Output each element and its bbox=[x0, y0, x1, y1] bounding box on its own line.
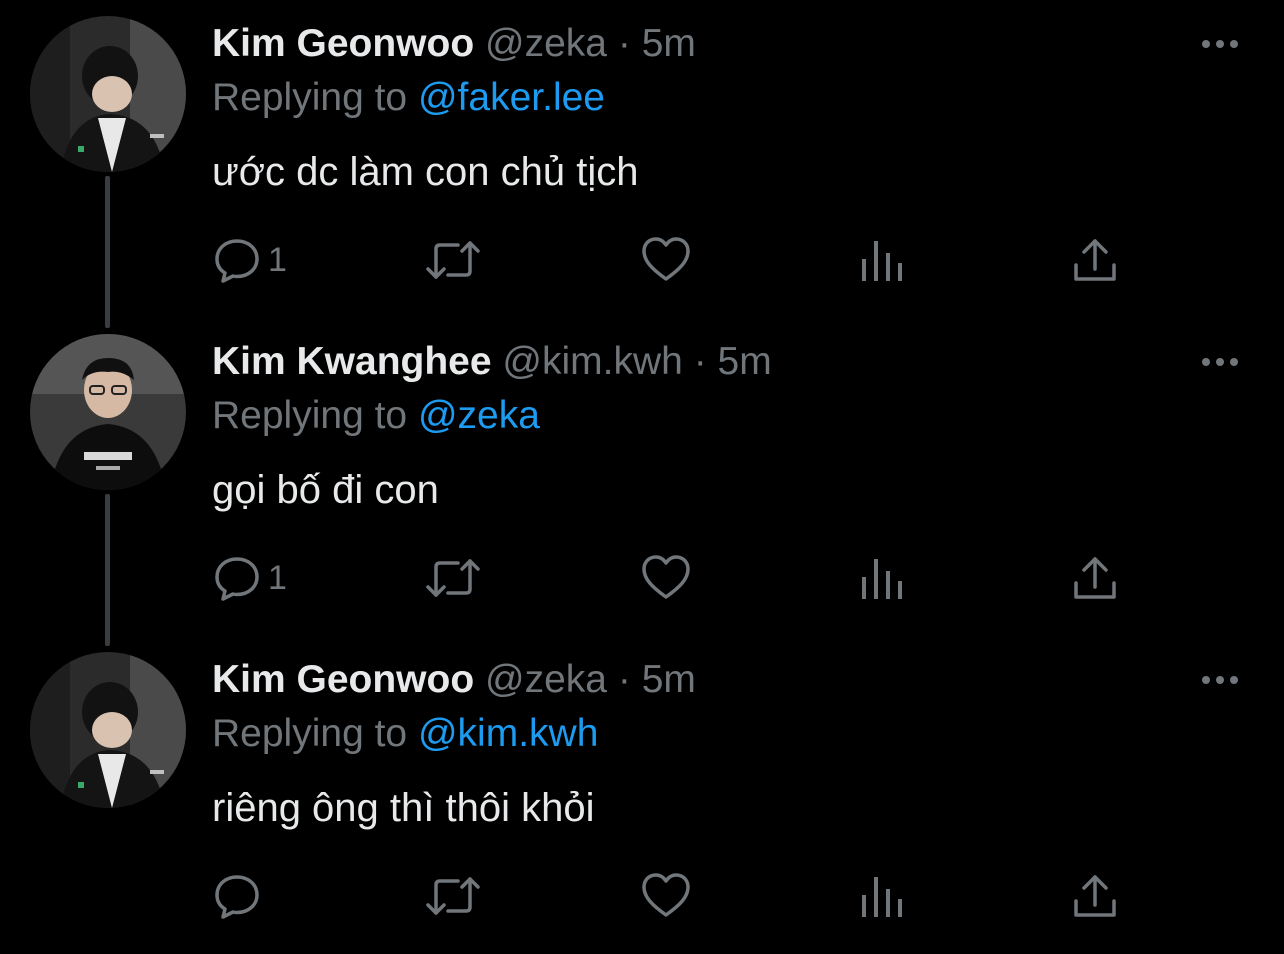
user-handle[interactable]: @zeka bbox=[485, 22, 607, 65]
timestamp[interactable]: 5m bbox=[642, 22, 696, 65]
like-icon bbox=[642, 237, 690, 281]
tweet-header: Kim Geonwoo @zeka · 5m bbox=[212, 20, 696, 68]
tweet-actions: 1 bbox=[0, 230, 1284, 290]
views-button[interactable] bbox=[858, 548, 904, 608]
like-button[interactable] bbox=[640, 230, 692, 290]
tweet-text: riêng ông thì thôi khỏi bbox=[212, 786, 595, 830]
retweet-icon bbox=[426, 877, 480, 915]
user-handle[interactable]: @zeka bbox=[485, 658, 607, 701]
tweet[interactable]: Kim Geonwoo @zeka · 5m Replying to @fake… bbox=[0, 0, 1284, 318]
retweet-button[interactable] bbox=[424, 866, 482, 926]
views-icon bbox=[862, 559, 902, 599]
reply-icon bbox=[215, 875, 259, 919]
tweet-header: Kim Kwanghee @kim.kwh · 5m bbox=[212, 338, 772, 386]
like-button[interactable] bbox=[640, 548, 692, 608]
user-handle[interactable]: @kim.kwh bbox=[502, 340, 682, 383]
tweet-text: ước dc làm con chủ tịch bbox=[212, 150, 639, 194]
more-options-button[interactable] bbox=[1196, 26, 1244, 62]
avatar[interactable] bbox=[30, 16, 186, 172]
timestamp[interactable]: 5m bbox=[718, 340, 772, 383]
tweet-header: Kim Geonwoo @zeka · 5m bbox=[212, 656, 696, 704]
retweet-button[interactable] bbox=[424, 548, 482, 608]
tweet-thread: Kim Geonwoo @zeka · 5m Replying to @fake… bbox=[0, 0, 1284, 928]
like-icon bbox=[642, 873, 690, 917]
like-icon bbox=[642, 555, 690, 599]
retweet-button[interactable] bbox=[424, 230, 482, 290]
views-button[interactable] bbox=[858, 866, 904, 926]
share-icon bbox=[1074, 239, 1116, 281]
share-icon bbox=[1074, 557, 1116, 599]
replying-to-line: Replying to @kim.kwh bbox=[212, 710, 598, 758]
share-icon bbox=[1074, 875, 1116, 917]
more-options-button[interactable] bbox=[1196, 662, 1244, 698]
share-button[interactable] bbox=[1072, 230, 1118, 290]
more-icon bbox=[1202, 358, 1238, 366]
avatar[interactable] bbox=[30, 652, 186, 808]
timestamp[interactable]: 5m bbox=[642, 658, 696, 701]
tweet-text: gọi bố đi con bbox=[212, 468, 439, 512]
tweet[interactable]: Kim Geonwoo @zeka · 5m Replying to @kim.… bbox=[0, 636, 1284, 954]
tweet-actions bbox=[0, 866, 1284, 926]
views-icon bbox=[862, 241, 902, 281]
mention-link[interactable]: @zeka bbox=[418, 394, 540, 437]
display-name[interactable]: Kim Kwanghee bbox=[212, 340, 492, 383]
views-button[interactable] bbox=[858, 230, 904, 290]
reply-button[interactable]: 1 bbox=[212, 230, 287, 290]
separator-dot: · bbox=[693, 340, 707, 383]
like-button[interactable] bbox=[640, 866, 692, 926]
retweet-icon bbox=[426, 559, 480, 597]
separator-dot: · bbox=[617, 658, 631, 701]
reply-count: 1 bbox=[268, 240, 287, 279]
reply-count: 1 bbox=[268, 558, 287, 597]
display-name[interactable]: Kim Geonwoo bbox=[212, 658, 474, 701]
replying-to-label: Replying to bbox=[212, 394, 408, 437]
replying-to-label: Replying to bbox=[212, 76, 408, 119]
reply-icon bbox=[215, 239, 259, 283]
mention-link[interactable]: @faker.lee bbox=[418, 76, 605, 119]
display-name[interactable]: Kim Geonwoo bbox=[212, 22, 474, 65]
more-icon bbox=[1202, 676, 1238, 684]
share-button[interactable] bbox=[1072, 548, 1118, 608]
replying-to-line: Replying to @faker.lee bbox=[212, 74, 605, 122]
replying-to-line: Replying to @zeka bbox=[212, 392, 540, 440]
mention-link[interactable]: @kim.kwh bbox=[418, 712, 598, 755]
more-icon bbox=[1202, 40, 1238, 48]
retweet-icon bbox=[426, 241, 480, 279]
tweet[interactable]: Kim Kwanghee @kim.kwh · 5m Replying to @… bbox=[0, 318, 1284, 636]
tweet-actions: 1 bbox=[0, 548, 1284, 608]
reply-icon bbox=[215, 557, 259, 601]
reply-button[interactable]: 1 bbox=[212, 548, 287, 608]
reply-button[interactable] bbox=[212, 866, 268, 926]
replying-to-label: Replying to bbox=[212, 712, 408, 755]
views-icon bbox=[862, 877, 902, 917]
more-options-button[interactable] bbox=[1196, 344, 1244, 380]
avatar[interactable] bbox=[30, 334, 186, 490]
separator-dot: · bbox=[617, 22, 631, 65]
share-button[interactable] bbox=[1072, 866, 1118, 926]
